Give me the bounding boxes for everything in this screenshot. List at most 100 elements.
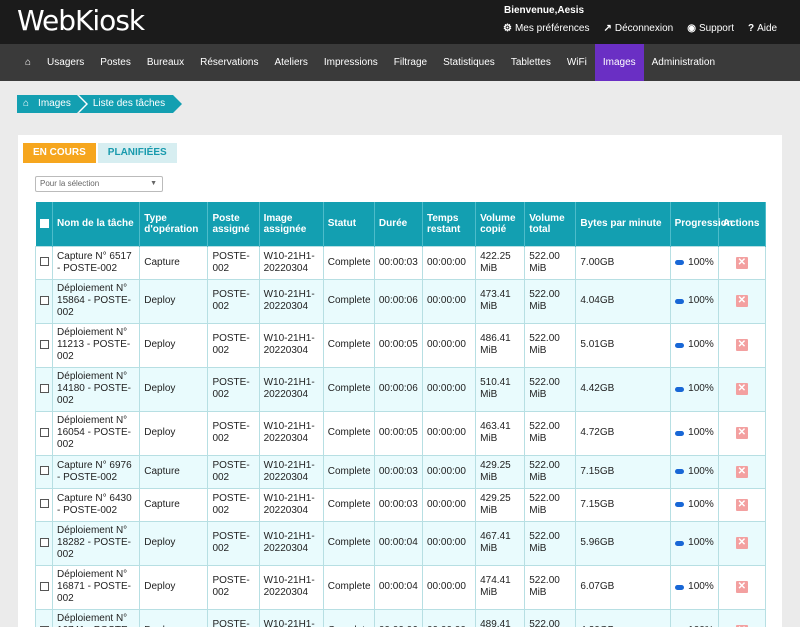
cell-copied: 473.41 MiB [475,278,526,324]
cell-poste: POSTE-002 [207,322,260,368]
cell-image: W10-21H1-20220304 [258,410,324,456]
progress-label: 100% [688,537,714,548]
app-logo[interactable]: WebKiosk [17,4,145,37]
nav-item-impressions[interactable]: Impressions [316,44,386,81]
top-link-mes-preferences[interactable]: ⚙ Mes préférences [503,23,589,34]
delete-icon[interactable]: ✕ [735,383,748,395]
nav-item-usagers[interactable]: Usagers [39,44,92,81]
cell-progress: 100% [669,322,719,368]
delete-icon[interactable]: ✕ [735,581,748,593]
row-checkbox[interactable] [40,383,49,393]
delete-icon[interactable]: ✕ [735,537,748,549]
cell-bpm: 4.72GB [575,410,671,456]
cell-image: W10-21H1-20220304 [258,608,324,627]
task-tabs: EN COURS PLANIFIÉES [23,143,177,163]
cell-actions: ✕ [717,245,767,280]
nav-item-filtrage[interactable]: Filtrage [386,44,435,81]
column-header-nom-de-la-tache: Nom de la tâche [52,202,141,246]
cell-type: Deploy [139,322,209,368]
progress-label: 100% [688,383,714,394]
cell-type: Capture [139,454,209,489]
cell-remaining: 00:00:00 [421,454,477,489]
bulk-action-placeholder: Pour la sélection [40,179,100,188]
cell-progress: 100% [669,366,719,412]
top-link-support[interactable]: ◉ Support [687,23,734,34]
cell-bpm: 4.42GB [575,366,671,412]
row-checkbox[interactable] [40,427,49,437]
cell-duration: 00:00:05 [373,410,423,456]
cell-poste: POSTE-002 [207,520,260,566]
cell-bpm: 4.04GB [575,278,671,324]
breadcrumb-current[interactable]: Liste des tâches [78,95,183,113]
cell-total: 522.00 MiB [524,410,577,456]
progress-label: 100% [688,498,714,510]
nav-item-statistiques[interactable]: Statistiques [435,44,503,81]
row-checkbox[interactable] [40,499,49,509]
cell-name: Déploiement N° 11213 - POSTE-002 [52,322,141,368]
cell-actions: ✕ [717,322,767,368]
chevron-down-icon: ▼ [150,180,157,187]
delete-icon[interactable]: ✕ [735,339,748,351]
tab-planned[interactable]: PLANIFIÉES [97,143,177,163]
cell-status: Complete [322,245,375,280]
gear-icon: ⚙ [503,23,512,34]
breadcrumb-root[interactable]: ⌂ Images [17,95,88,113]
table-row: Déploiement N° 18282 - POSTE-002 Deploy PO… [34,520,767,566]
nav-item-bureaux[interactable]: Bureaux [139,44,192,81]
delete-icon[interactable]: ✕ [735,427,748,439]
cell-copied: 474.41 MiB [475,564,526,610]
cell-bpm: 7.15GB [575,487,671,522]
nav-item-wifi[interactable]: WiFi [559,44,595,81]
row-checkbox[interactable] [40,581,49,591]
row-checkbox[interactable] [40,339,49,349]
delete-icon[interactable]: ✕ [735,498,748,511]
nav-item-administration[interactable]: Administration [644,44,723,81]
progress-label: 100% [688,339,714,350]
cell-name: Déploiement N° 15864 - POSTE-002 [52,278,141,324]
cell-total: 522.00 MiB [524,454,577,489]
cell-remaining: 00:00:00 [421,245,477,280]
cell-type: Deploy [139,520,209,566]
top-link-aide[interactable]: ? Aide [748,23,777,34]
cell-poste: POSTE-002 [207,564,260,610]
bulk-action-select[interactable]: Pour la sélection ▼ [35,176,163,192]
cell-type: Capture [139,487,209,522]
cell-copied: 429.25 MiB [475,454,526,489]
row-checkbox[interactable] [40,537,49,547]
cell-copied: 463.41 MiB [475,410,526,456]
cell-poste: POSTE-002 [207,410,260,456]
cell-bpm: 7.15GB [575,454,671,489]
cell-bpm: 6.07GB [575,564,671,610]
row-checkbox[interactable] [40,257,49,267]
task-panel: EN COURS PLANIFIÉES Pour la sélection ▼ … [18,135,782,627]
nav-item-tablettes[interactable]: Tablettes [503,44,559,81]
cell-name: Capture N° 6430 - POSTE-002 [52,487,141,522]
row-checkbox[interactable] [40,466,49,476]
top-link-deconnexion[interactable]: ↗ Déconnexion [603,23,673,34]
nav-item-reservations[interactable]: Réservations [192,44,266,81]
top-header: WebKiosk Bienvenue,Aesis ⚙ Mes préférence… [0,0,800,44]
select-all-checkbox[interactable] [39,219,49,229]
cell-poste: POSTE-002 [207,454,260,489]
progress-bar [674,342,685,348]
cell-status: Complete [322,608,375,627]
nav-item-ateliers[interactable]: Ateliers [266,44,315,81]
delete-icon[interactable]: ✕ [735,465,748,478]
cell-name: Capture N° 6517 - POSTE-002 [52,245,141,280]
cell-type: Deploy [139,608,209,627]
cell-copied: 489.41 MiB [475,608,526,627]
cell-copied: 510.41 MiB [475,366,526,412]
tab-current[interactable]: EN COURS [23,143,96,163]
row-checkbox[interactable] [40,295,49,305]
cell-duration: 00:00:04 [373,564,423,610]
cell-remaining: 00:00:00 [421,322,477,368]
delete-icon[interactable]: ✕ [735,256,748,269]
delete-icon[interactable]: ✕ [735,295,748,307]
nav-item-images[interactable]: Images [594,44,644,81]
cell-copied: 422.25 MiB [475,245,526,280]
cell-duration: 00:00:06 [373,278,423,324]
cell-remaining: 00:00:00 [421,520,477,566]
column-header-bytes-par-minute: Bytes par minute [575,202,671,246]
nav-item-postes[interactable]: Postes [92,44,139,81]
home-nav-button[interactable]: ⌂ [19,44,39,81]
